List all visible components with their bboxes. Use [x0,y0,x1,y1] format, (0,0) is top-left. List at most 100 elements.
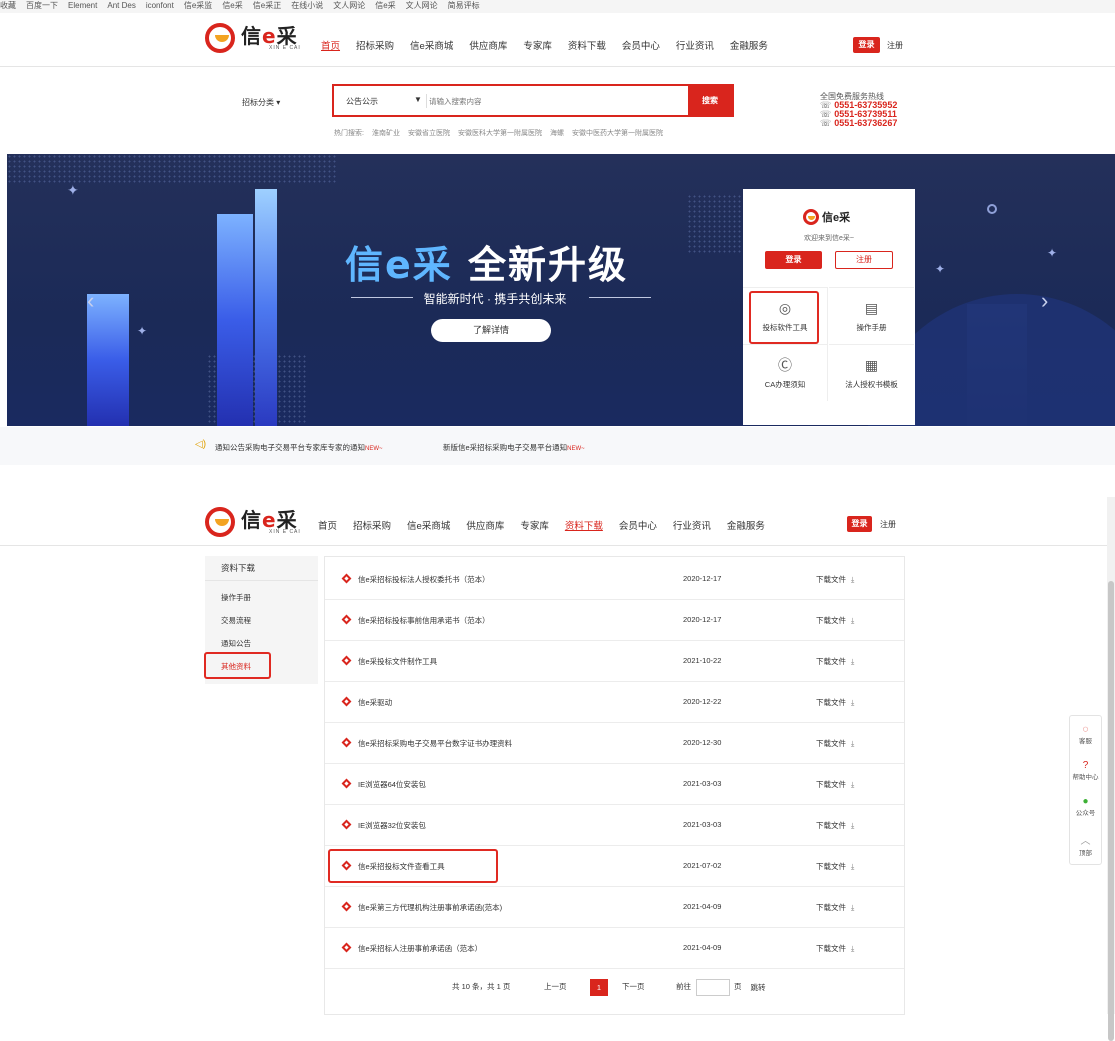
nav-item[interactable]: 行业资讯 [676,38,714,52]
nav-item[interactable]: 金融服务 [727,518,765,532]
download-icon: ⤓ [851,862,855,871]
nav-item[interactable]: 首页 [318,518,337,532]
bookmark-item[interactable]: 信e采监 [184,0,212,12]
nav-item[interactable]: 会员中心 [619,518,657,532]
tool-document[interactable]: ▦ 法人授权书模板 [829,344,914,401]
nav-item[interactable]: 行业资讯 [673,518,711,532]
bookmark-item[interactable]: Ant Des [107,0,135,12]
file-name[interactable]: IE浏览器32位安装包 [358,820,426,831]
hot-search-link[interactable]: 海螺 [550,130,564,137]
highlight-box [328,849,498,883]
main-nav-2: 首页 招标采购 信e采商城 供应商库 专家库 资料下载 会员中心 行业资讯 金融服务 [318,518,781,532]
bookmark-item[interactable]: iconfont [146,0,174,12]
search-input[interactable] [429,94,679,108]
prev-page-button[interactable]: 上一页 [544,981,567,992]
chevron-right-icon[interactable]: › [1041,288,1048,314]
welcome-text: 欢迎来到信e采~ [804,235,854,242]
bookmark-item[interactable]: 信e采 [375,0,395,12]
register-link-2[interactable]: 注册 [880,519,896,530]
hot-search-link[interactable]: 安徽医科大学第一附属医院 [458,130,542,137]
register-link[interactable]: 注册 [887,40,903,51]
site-logo-2[interactable]: 信e采 XIN E CAI [205,507,301,537]
chevron-left-icon[interactable]: ‹ [87,288,94,314]
file-name[interactable]: IE浏览器64位安装包 [358,779,426,790]
file-name[interactable]: 信e采驱动 [358,697,392,708]
nav-item[interactable]: 会员中心 [622,38,660,52]
nav-item[interactable]: 资料下载 [565,518,603,532]
download-link[interactable]: 下载文件 ⤓ [816,615,854,626]
scrollbar[interactable] [1107,497,1115,1041]
bookmark-item[interactable]: Element [68,0,97,12]
hotline-phone: ☏ 0551-63736267 [820,118,898,128]
nav-item[interactable]: 资料下载 [568,38,606,52]
download-link[interactable]: 下载文件 ⤓ [816,697,854,708]
bookmark-item[interactable]: 信e采 [222,0,242,12]
download-link[interactable]: 下载文件 ⤓ [816,738,854,749]
category-dropdown[interactable]: 招标分类 ▾ [242,97,280,108]
nav-item[interactable]: 专家库 [523,38,552,52]
file-name[interactable]: 信e采投标文件制作工具 [358,656,437,667]
bookmark-item[interactable]: 收藏 [0,0,16,12]
file-row: 信e采投标文件制作工具 2021-10-22 下载文件 ⤓ [325,641,904,682]
download-link[interactable]: 下载文件 ⤓ [816,902,854,913]
login-button[interactable]: 登录 [853,37,880,53]
nav-item[interactable]: 招标采购 [353,518,391,532]
nav-item[interactable]: 首页 [321,38,340,52]
page-1-button[interactable]: 1 [590,979,608,996]
next-page-button[interactable]: 下一页 [622,981,645,992]
file-name[interactable]: 信e采招标人注册事前承诺函（范本） [358,943,482,954]
sidebar-item[interactable]: 交易流程 [221,615,251,626]
bookmark-item[interactable]: 信e采正 [253,0,281,12]
customer-service-button[interactable]: ◌ 客服 [1070,724,1101,745]
nav-item[interactable]: 供应商库 [466,518,504,532]
login-button-2[interactable]: 登录 [847,516,872,532]
bookmarks-bar: 收藏 百度一下 Element Ant Des iconfont 信e采监 信e采 信e采正在… [0,0,1115,13]
nav-item[interactable]: 信e采商城 [407,518,450,532]
download-link[interactable]: 下载文件 ⤓ [816,820,854,831]
wechat-button[interactable]: ● 公众号 [1070,796,1101,817]
chevron-down-icon[interactable]: ▼ [414,95,422,104]
file-name[interactable]: 信e采第三方代理机构注册事前承诺函(范本) [358,902,502,913]
bookmark-item[interactable]: 百度一下 [26,0,58,12]
hot-search-link[interactable]: 安徽中医药大学第一附属医院 [572,130,663,137]
file-name[interactable]: 信e采招标投标事前信用承诺书（范本） [358,615,490,626]
download-link[interactable]: 下载文件 ⤓ [816,943,854,954]
file-row: 信e采第三方代理机构注册事前承诺函(范本) 2021-04-09 下载文件 ⤓ [325,887,904,928]
card-register-button[interactable]: 注册 [835,251,893,269]
file-name[interactable]: 信e采招标采购电子交易平台数字证书办理资料 [358,738,512,749]
sidebar-item[interactable]: 通知公告 [221,638,251,649]
document-icon: ▦ [864,357,879,373]
bookmark-item[interactable]: 简易评标 [448,0,480,12]
nav-item[interactable]: 供应商库 [469,38,507,52]
download-link[interactable]: 下载文件 ⤓ [816,861,854,872]
notice-item-2[interactable]: 新版信e采招标采购电子交易平台通知NEW~ [443,442,585,453]
jump-button[interactable]: 跳转 [743,980,773,997]
site-logo[interactable]: 信e采 XIN E CAI [205,23,301,53]
hot-search-link[interactable]: 淮南矿业 [372,130,400,137]
nav-item[interactable]: 金融服务 [730,38,768,52]
search-type-select[interactable]: 公告公示 [346,96,378,107]
top-button[interactable]: ︿ 顶部 [1070,832,1101,857]
tool-ca[interactable]: Ⓒ CA办理须知 [743,344,828,401]
bookmark-item[interactable]: 在线小说 [291,0,323,12]
file-name[interactable]: 信e采招标投标法人授权委托书（范本） [358,574,490,585]
diamond-icon [341,819,352,830]
download-link[interactable]: 下载文件 ⤓ [816,656,854,667]
help-button[interactable]: ? 帮助中心 [1070,760,1101,781]
tool-manual[interactable]: ▤ 操作手册 [829,287,914,344]
download-link[interactable]: 下载文件 ⤓ [816,574,854,585]
card-login-button[interactable]: 登录 [765,251,822,269]
learn-more-button[interactable]: 了解详情 [431,319,551,342]
sidebar-item[interactable]: 操作手册 [221,592,251,603]
notice-item-1[interactable]: 通知公告采购电子交易平台专家库专家的通知NEW~ [215,442,383,453]
download-icon: ⤓ [851,575,855,584]
nav-item[interactable]: 招标采购 [356,38,394,52]
nav-item[interactable]: 专家库 [520,518,549,532]
bookmark-item[interactable]: 文人网论 [333,0,365,12]
page-number-input[interactable] [696,979,730,996]
bookmark-item[interactable]: 文人网论 [406,0,438,12]
download-link[interactable]: 下载文件 ⤓ [816,779,854,790]
nav-item[interactable]: 信e采商城 [410,38,453,52]
search-button[interactable]: 搜索 [688,86,732,115]
hot-search-link[interactable]: 安徽省立医院 [408,130,450,137]
